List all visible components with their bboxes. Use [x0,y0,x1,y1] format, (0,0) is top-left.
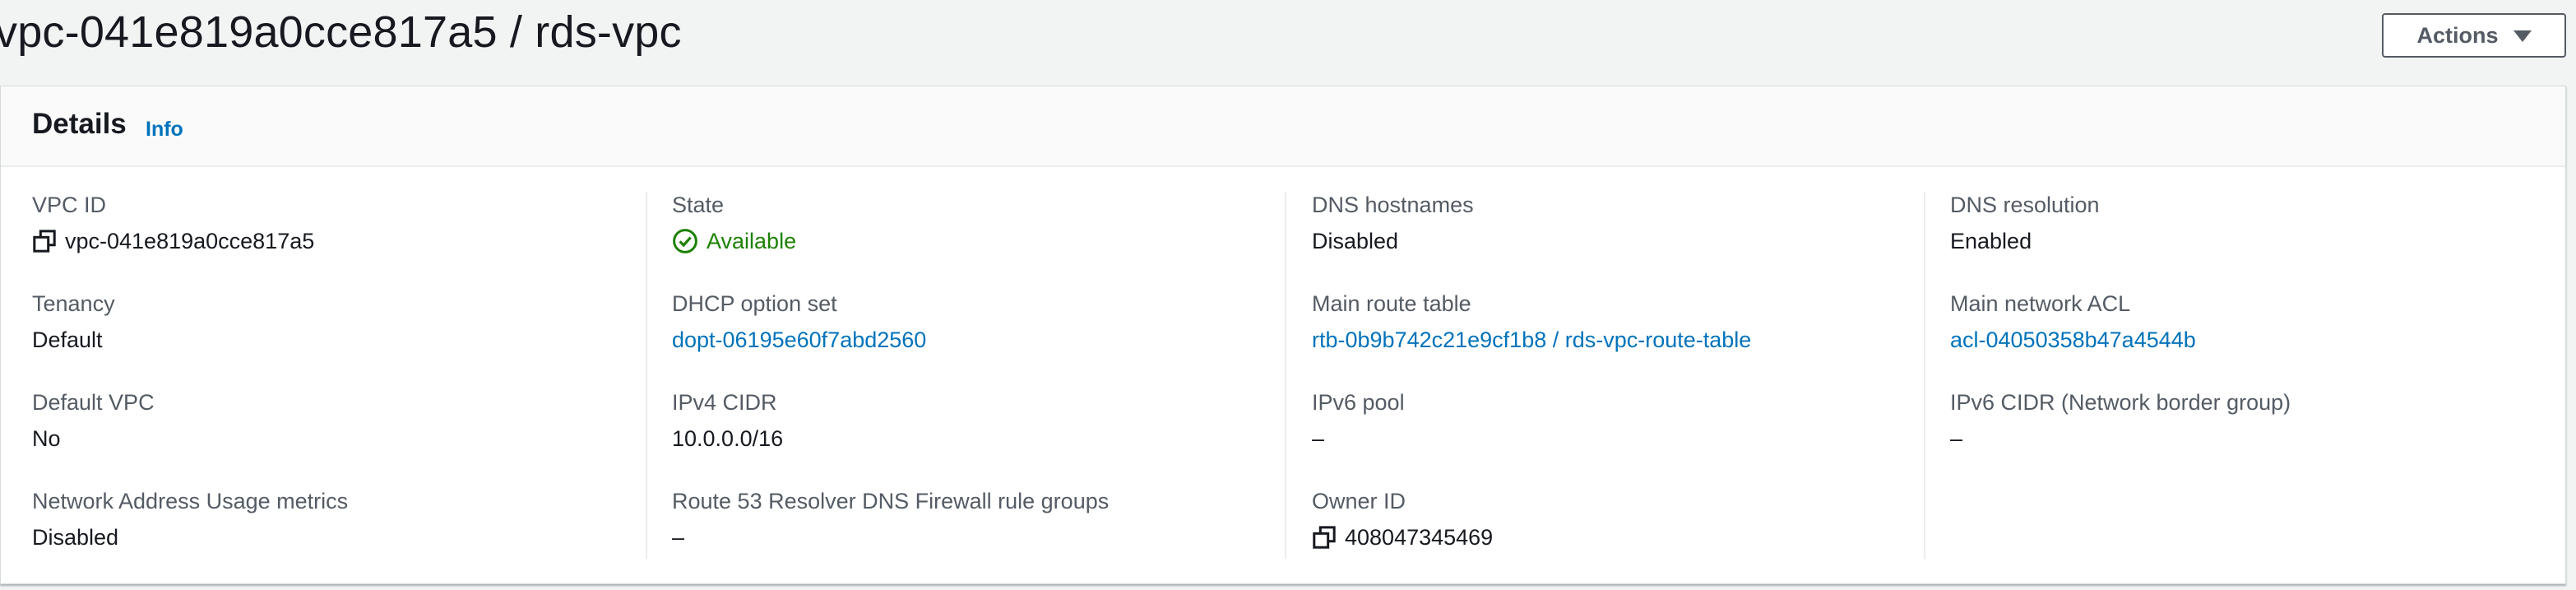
field-label: State [672,193,725,217]
field-value: Disabled [32,525,119,550]
field-main-route-table: Main route table rtb-0b9b742c21e9cf1b8 /… [1312,290,1751,373]
field-value: Enabled [1950,229,2032,253]
vpc-details-page: vpc-041e819a0cce817a5 / rds-vpc Actions … [0,0,2576,590]
details-title: Details [32,108,127,140]
details-panel-header: Details Info [1,86,2565,167]
field-label: Network Address Usage metrics [32,489,349,513]
column-divider [1285,192,1286,559]
column-divider [1924,192,1925,559]
field-label: IPv6 pool [1312,390,1405,415]
field-label: Owner ID [1312,489,1406,513]
field-value: Disabled [1312,229,1399,253]
field-label: VPC ID [32,193,107,217]
column-divider [646,192,647,559]
field-ipv6-pool: IPv6 pool – [1312,389,1405,472]
field-label: DHCP option set [672,291,837,316]
field-label: IPv6 CIDR (Network border group) [1950,390,2291,415]
details-panel: Details Info VPC ID vpc-041e819a0cce817a… [0,86,2566,584]
field-ipv6-cidr: IPv6 CIDR (Network border group) – [1950,389,2291,472]
field-label: Main route table [1312,291,1471,316]
field-label: IPv4 CIDR [672,390,777,415]
field-tenancy: Tenancy Default [32,290,115,373]
field-owner-id: Owner ID 408047345469 [1312,488,1493,570]
field-dns-resolution: DNS resolution Enabled [1950,192,2100,274]
field-state: State Available [672,192,796,274]
field-label: Default VPC [32,390,155,415]
field-label: Tenancy [32,291,115,316]
field-main-network-acl: Main network ACL acl-04050358b47a4544b [1950,290,2196,373]
field-value: 408047345469 [1312,524,1493,551]
field-value: – [1312,426,1325,451]
field-vpc-id: VPC ID vpc-041e819a0cce817a5 [32,192,314,274]
field-value: No [32,426,61,451]
field-label: Main network ACL [1950,291,2131,316]
state-value: Available [707,229,797,253]
caret-down-icon [2513,30,2532,42]
vpc-id-value: vpc-041e819a0cce817a5 [65,229,315,253]
field-label: DNS resolution [1950,193,2100,217]
field-label: Route 53 Resolver DNS Firewall rule grou… [672,489,1110,513]
details-column-4: DNS resolution Enabled Main network ACL … [1950,192,2576,560]
field-value: Available [672,228,796,254]
field-value: vpc-041e819a0cce817a5 [32,228,314,254]
field-label: DNS hostnames [1312,193,1474,217]
field-dns-hostnames: DNS hostnames Disabled [1312,192,1474,274]
copy-icon[interactable] [1312,525,1337,550]
info-link[interactable]: Info [146,118,183,142]
actions-button[interactable]: Actions [2382,13,2566,58]
field-default-vpc: Default VPC No [32,389,155,472]
details-grid: VPC ID vpc-041e819a0cce817a5 Tenancy Def… [1,167,2565,585]
main-network-acl-link[interactable]: acl-04050358b47a4544b [1950,327,2196,353]
field-ipv4-cidr: IPv4 CIDR 10.0.0.0/16 [672,389,783,472]
field-value: 10.0.0.0/16 [672,426,784,451]
details-column-2: State Available DHCP option set dopt-061… [672,192,1311,560]
field-value: Default [32,328,103,352]
status-positive-icon [673,229,697,253]
dhcp-option-set-link[interactable]: dopt-06195e60f7abd2560 [672,327,926,353]
details-column-3: DNS hostnames Disabled Main route table … [1312,192,1951,560]
main-route-table-link[interactable]: rtb-0b9b742c21e9cf1b8 / rds-vpc-route-ta… [1312,327,1751,353]
field-dhcp-option-set: DHCP option set dopt-06195e60f7abd2560 [672,290,926,373]
field-network-address-usage-metrics: Network Address Usage metrics Disabled [32,488,348,570]
page-title: vpc-041e819a0cce817a5 / rds-vpc [0,7,682,57]
field-value: – [672,525,685,550]
field-value: – [1950,426,1963,451]
copy-icon[interactable] [32,229,57,253]
owner-id-value: 408047345469 [1345,525,1494,550]
field-route53-resolver-dns-firewall: Route 53 Resolver DNS Firewall rule grou… [672,488,1109,570]
details-column-1: VPC ID vpc-041e819a0cce817a5 Tenancy Def… [32,192,671,560]
actions-button-label: Actions [2416,22,2499,48]
